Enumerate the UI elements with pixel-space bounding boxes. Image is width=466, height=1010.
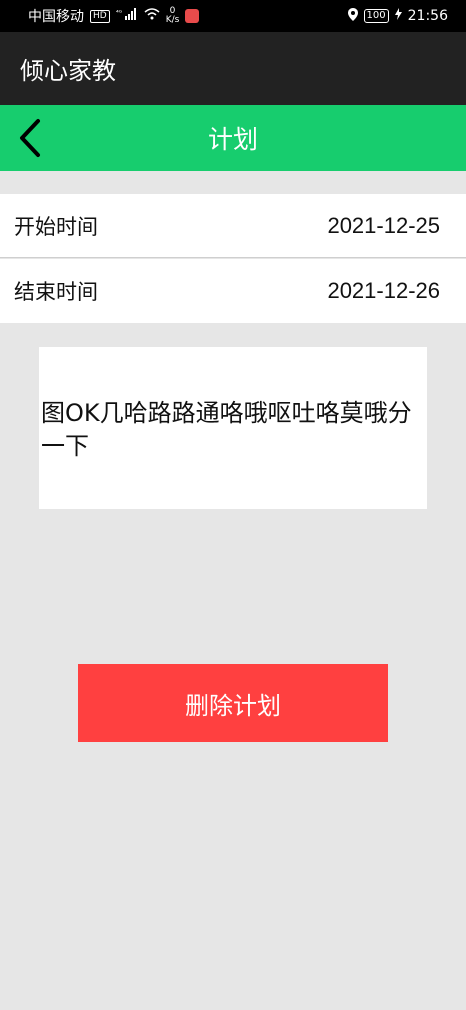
status-bar: 中国移动 HD ⁴ᴳ 0 K/s 100 21:56 — [0, 0, 466, 32]
start-time-value: 2021-12-25 — [327, 212, 440, 238]
clock: 21:56 — [407, 8, 448, 24]
location-icon — [347, 7, 358, 25]
start-time-label: 开始时间 — [14, 214, 98, 239]
app-title: 倾心家教 — [20, 57, 116, 85]
end-time-value: 2021-12-26 — [327, 278, 440, 303]
network-speed: 0 K/s — [166, 7, 180, 25]
plan-content: 图OK几哈路路通咯哦呕吐咯莫哦分一下 — [39, 347, 427, 509]
status-bar-right: 100 21:56 — [347, 7, 448, 25]
end-time-row[interactable]: 结束时间 2021-12-26 — [0, 259, 466, 323]
start-time-row[interactable]: 开始时间 2021-12-25 — [0, 194, 466, 258]
back-arrow-icon — [20, 119, 40, 157]
status-bar-left: 中国移动 HD ⁴ᴳ 0 K/s — [28, 6, 200, 26]
battery-icon: 100 — [363, 9, 389, 23]
nav-bar: 计划 — [0, 105, 466, 171]
carrier-name: 中国移动 — [28, 9, 84, 25]
app-bar: 倾心家教 — [0, 32, 466, 105]
wifi-icon — [144, 8, 160, 24]
network-type: ⁴ᴳ — [116, 9, 123, 17]
end-time-label: 结束时间 — [14, 280, 98, 304]
back-button[interactable] — [8, 114, 52, 162]
network-speed-unit: K/s — [165, 15, 180, 25]
charging-icon — [394, 8, 402, 24]
notification-app-icon — [185, 9, 200, 23]
hd-badge: HD — [90, 9, 110, 23]
signal-icon: ⁴ᴳ — [116, 8, 138, 24]
page-title: 计划 — [207, 125, 258, 154]
battery-level: 100 — [366, 10, 386, 21]
delete-plan-button[interactable]: 删除计划 — [78, 664, 388, 742]
